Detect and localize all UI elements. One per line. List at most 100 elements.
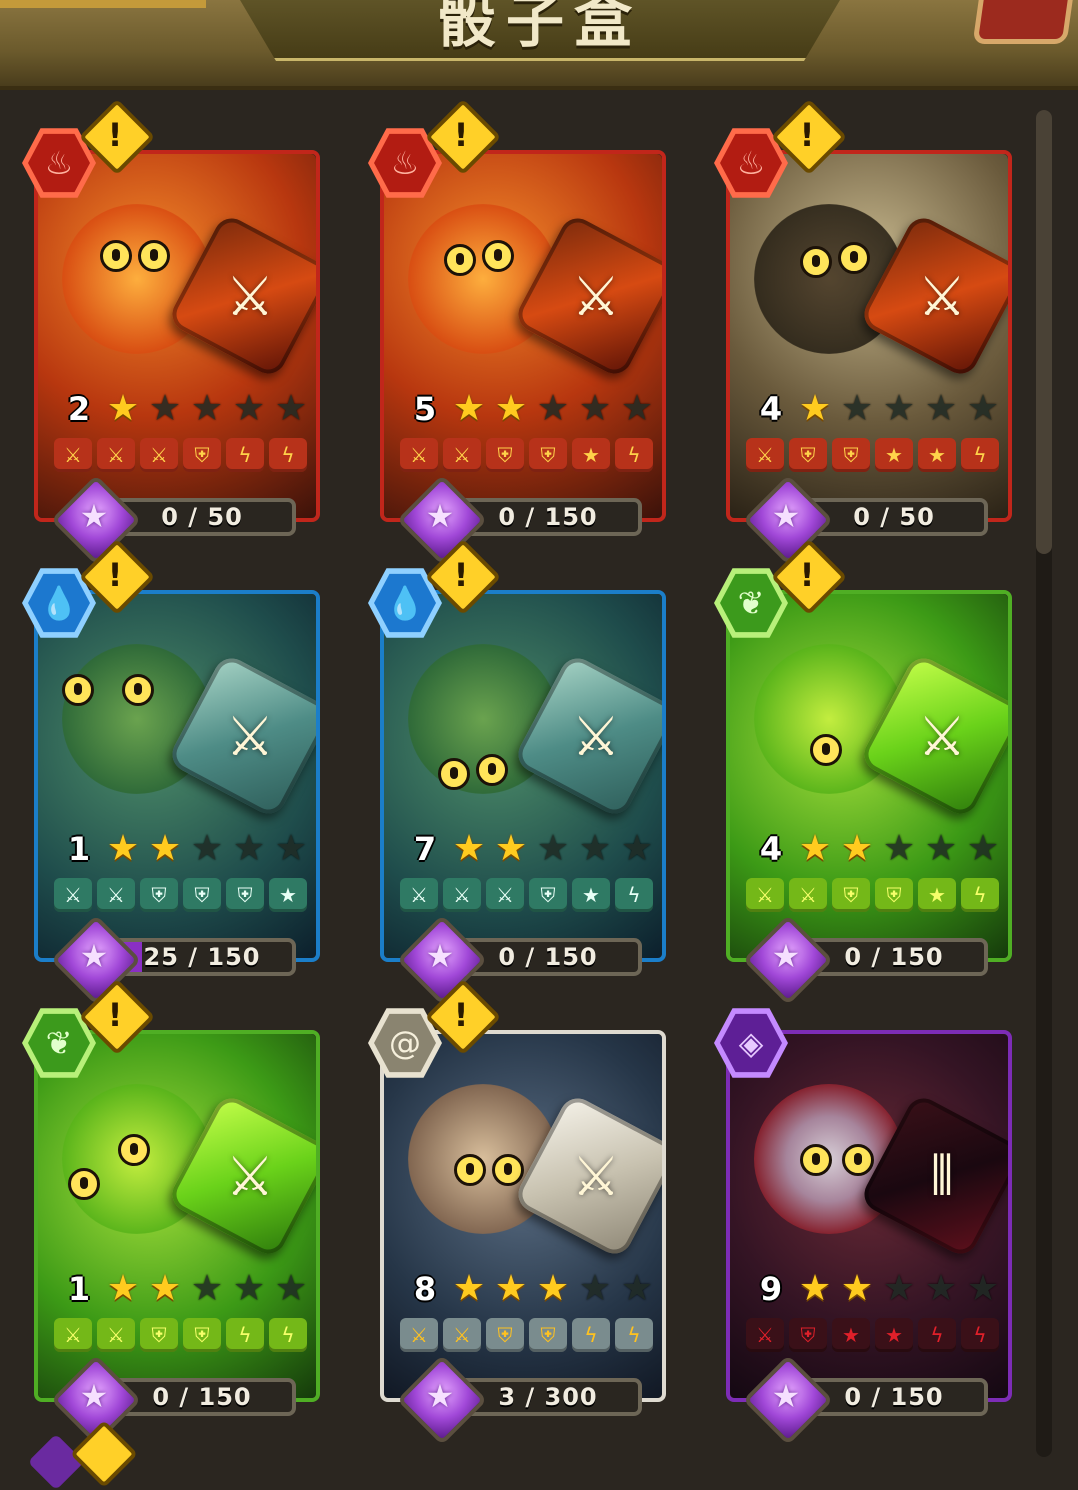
dice-card[interactable]: ⦀ 9 ★ ★ ★ ★ ★ ⚔ ⛨ ★ ★ ϟ ϟ 0 / 150 ★ ◈ [714,1008,1012,1446]
shield-icon: ⛨ [140,1318,178,1352]
progress-text: 0 / 50 [853,503,935,531]
shield-icon: ⛨ [789,1318,827,1352]
star-empty-icon: ★ [274,828,308,869]
dice-card[interactable]: ⚔ 2 ★ ★ ★ ★ ★ ⚔ ⚔ ⚔ ⛨ ϟ ϟ 0 / 50 ★ ♨! [22,98,320,566]
sword-icon: ⚔ [443,878,481,912]
progress-text: 3 / 300 [498,1383,598,1411]
star-empty-icon: ★ [966,1268,1000,1309]
close-button[interactable] [972,0,1078,44]
star-empty-icon: ★ [274,1268,308,1309]
dice-card[interactable]: ⚔ 4 ★ ★ ★ ★ ★ ⚔ ⛨ ⛨ ★ ★ ϟ 0 / 50 ★ ♨! [714,98,1012,566]
monster-eye [800,1144,832,1176]
star-icon: ★ [269,878,307,912]
dice-card[interactable]: ⚔ 8 ★ ★ ★ ★ ★ ⚔ ⚔ ⛨ ⛨ ϟ ϟ 3 / 300 ★ @! [368,978,666,1446]
star-filled-icon: ★ [106,828,140,869]
monster-eye [438,758,470,790]
lightning-icon: ϟ [615,438,653,472]
star-filled-icon: ★ [840,828,874,869]
alert-mark: ! [107,556,123,594]
dice-level: 4 [759,830,783,868]
sword-icon: ⚔ [746,1318,784,1352]
shield-icon: ⛨ [529,878,567,912]
gem-star-icon: ★ [79,1377,109,1415]
dice-level: 8 [413,1270,437,1308]
alert-mark: ! [453,116,469,154]
gem-star-icon: ★ [771,1377,801,1415]
star-empty-icon: ★ [232,828,266,869]
element-badge-glyph: ❦ [720,573,782,633]
progress-text: 0 / 50 [161,503,243,531]
star-icon: ★ [875,438,913,472]
shield-icon: ⛨ [226,878,264,912]
sword-icon: ⚔ [746,438,784,472]
dice-level: 1 [67,1270,91,1308]
dice-card[interactable]: ⚔ 7 ★ ★ ★ ★ ★ ⚔ ⚔ ⚔ ⛨ ★ ϟ 0 / 150 ★ 💧! [368,538,666,1006]
star-empty-icon: ★ [882,388,916,429]
star-filled-icon: ★ [840,1268,874,1309]
dice-card[interactable]: ⚔ 1 ★ ★ ★ ★ ★ ⚔ ⚔ ⛨ ⛨ ⛨ ★ 25 / 150 ★ 💧! [22,538,320,1006]
monster-eye [122,674,154,706]
element-badge-glyph: ♨ [720,133,782,193]
star-filled-icon: ★ [536,1268,570,1309]
star-empty-icon: ★ [536,388,570,429]
sword-icon: ⚔ [443,1318,481,1352]
progress-text: 0 / 150 [844,1383,944,1411]
star-empty-icon: ★ [578,388,612,429]
sword-icon: ⚔ [443,438,481,472]
alert-mark: ! [799,116,815,154]
shield-icon: ⛨ [529,438,567,472]
gem-star-icon: ★ [425,497,455,535]
dice-face-glyph: ⚔ [571,704,621,768]
progress-text: 0 / 150 [498,943,598,971]
dice-icon: ⚔ [512,212,662,380]
dice-card[interactable]: ⚔ 4 ★ ★ ★ ★ ★ ⚔ ⚔ ⛨ ⛨ ★ ϟ 0 / 150 ★ ❦! [714,538,1012,1006]
element-badge-glyph: ♨ [28,133,90,193]
alert-mark: ! [453,996,469,1034]
star-empty-icon: ★ [620,388,654,429]
sword-icon: ⚔ [54,878,92,912]
lightning-icon: ϟ [226,438,264,472]
alert-mark: ! [799,556,815,594]
dice-icon: ⚔ [166,652,316,820]
dice-face-glyph: ⚔ [917,704,967,768]
shield-icon: ⛨ [832,438,870,472]
star-icon: ★ [875,1318,913,1352]
star-icon: ★ [918,438,956,472]
gem-star-icon: ★ [771,497,801,535]
monster-eye [68,1168,100,1200]
dice-icon: ⚔ [858,212,1008,380]
element-badge-glyph: ❦ [28,1013,90,1073]
scrollbar-thumb[interactable] [1036,110,1052,554]
star-empty-icon: ★ [232,1268,266,1309]
dice-level: 9 [759,1270,783,1308]
sword-icon: ⚔ [746,878,784,912]
dice-face-glyph: ⦀ [930,1144,954,1207]
progress-text: 25 / 150 [143,943,261,971]
star-filled-icon: ★ [452,1268,486,1309]
star-empty-icon: ★ [966,388,1000,429]
monster-eye [800,246,832,278]
gem-star-icon: ★ [79,937,109,975]
dice-card[interactable]: ⚔ 5 ★ ★ ★ ★ ★ ⚔ ⚔ ⛨ ⛨ ★ ϟ 0 / 150 ★ ♨! [368,98,666,566]
dice-card[interactable]: ⚔ 1 ★ ★ ★ ★ ★ ⚔ ⚔ ⛨ ⛨ ϟ ϟ 0 / 150 ★ ❦! [22,978,320,1446]
dice-icon: ⚔ [166,1092,316,1260]
element-badge-glyph: @ [374,1013,436,1073]
sword-icon: ⚔ [97,878,135,912]
dice-face-glyph: ⚔ [571,264,621,328]
dice-face-glyph: ⚔ [225,264,275,328]
lightning-icon: ϟ [269,438,307,472]
page-title: 骰子盒 [437,0,642,55]
monster-eye [118,1134,150,1166]
dice-face-glyph: ⚔ [917,264,967,328]
element-badge-glyph: 💧 [28,573,90,633]
shield-icon: ⛨ [486,1318,524,1352]
star-filled-icon: ★ [494,388,528,429]
star-empty-icon: ★ [882,1268,916,1309]
sword-icon: ⚔ [97,1318,135,1352]
dice-face-glyph: ⚔ [571,1144,621,1208]
monster-eye [842,1144,874,1176]
element-badge-glyph: 💧 [374,573,436,633]
star-empty-icon: ★ [924,828,958,869]
lightning-icon: ϟ [572,1318,610,1352]
star-empty-icon: ★ [274,388,308,429]
